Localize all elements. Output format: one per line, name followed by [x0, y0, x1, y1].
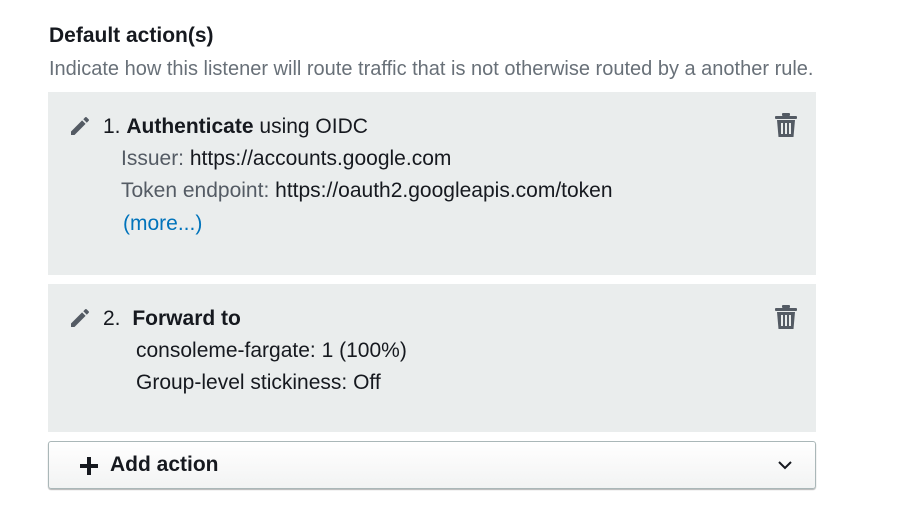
pencil-icon[interactable]: [68, 114, 92, 138]
action-type: Authenticate: [126, 115, 254, 138]
trash-icon[interactable]: [774, 304, 798, 330]
action-number: 1.: [103, 115, 121, 138]
section-title: Default action(s): [49, 24, 214, 47]
target-group-line: consoleme-fargate: 1 (100%): [136, 339, 407, 362]
more-link[interactable]: (more...): [123, 212, 202, 236]
token-endpoint-label: Token endpoint:: [121, 179, 270, 202]
issuer-value: https://accounts.google.com: [189, 147, 452, 170]
section-description: Indicate how this listener will route tr…: [49, 58, 814, 80]
add-action-button[interactable]: Add action: [48, 441, 816, 489]
action-card-forward: 2. Forward to consoleme-fargate: 1 (100%…: [48, 284, 816, 432]
action-type-suffix: using OIDC: [259, 115, 368, 138]
plus-icon: [80, 457, 98, 475]
trash-icon[interactable]: [774, 112, 798, 138]
issuer-label: Issuer:: [121, 147, 185, 170]
add-action-label: Add action: [110, 453, 219, 476]
chevron-down-icon: [778, 461, 792, 470]
pencil-icon[interactable]: [68, 306, 92, 330]
action-type: Forward to: [132, 307, 241, 330]
stickiness-line: Group-level stickiness: Off: [136, 371, 381, 394]
token-endpoint-value: https://oauth2.googleapis.com/token: [275, 179, 613, 202]
action-number: 2.: [103, 307, 121, 330]
action-card-authenticate: 1. Authenticate using OIDC Issuer: https…: [48, 92, 816, 275]
